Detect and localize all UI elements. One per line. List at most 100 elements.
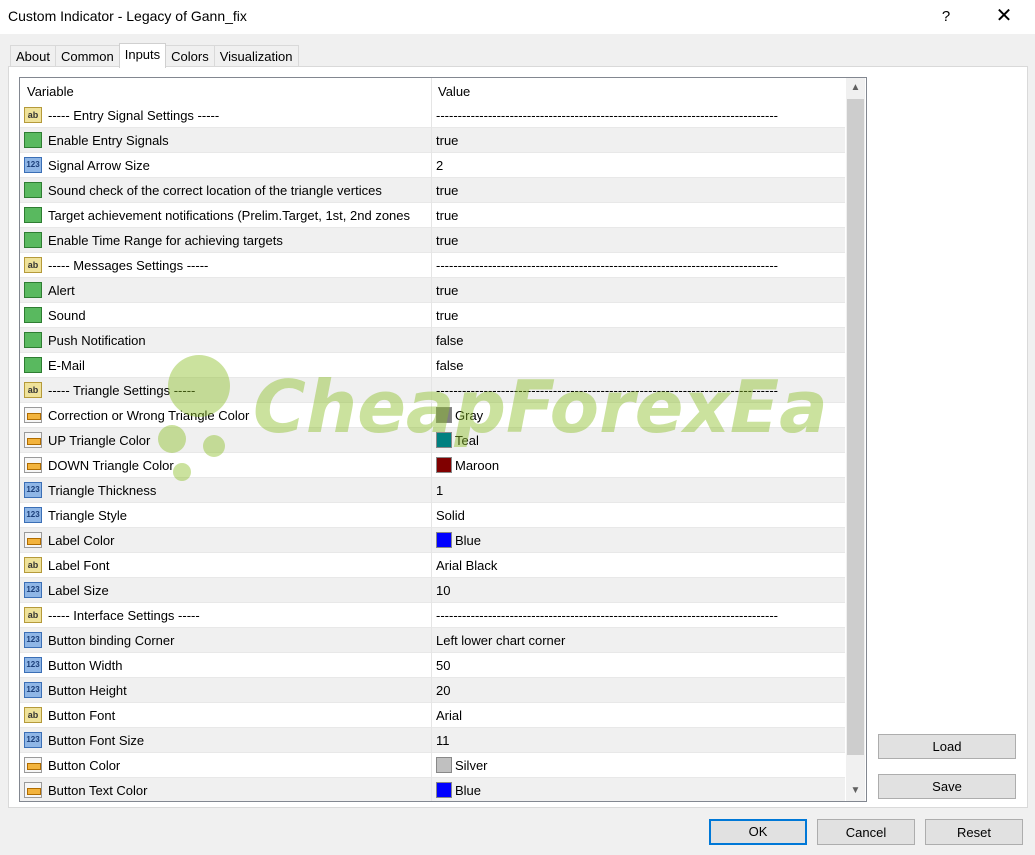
table-row[interactable]: Enable Entry Signals true bbox=[20, 128, 845, 153]
row-value[interactable]: true bbox=[436, 183, 458, 198]
table-row[interactable]: 123 Label Size 10 bbox=[20, 578, 845, 603]
header-variable[interactable]: Variable bbox=[27, 84, 74, 99]
row-value[interactable]: Arial Black bbox=[436, 558, 497, 573]
column-divider bbox=[431, 478, 432, 503]
row-variable-name: UP Triangle Color bbox=[48, 433, 151, 448]
table-row[interactable]: ab Button Font Arial bbox=[20, 703, 845, 728]
tab-colors[interactable]: Colors bbox=[165, 45, 215, 68]
table-row[interactable]: Button Color Silver bbox=[20, 753, 845, 778]
row-value[interactable]: false bbox=[436, 333, 463, 348]
color-type-icon bbox=[24, 757, 42, 773]
row-value[interactable]: true bbox=[436, 133, 458, 148]
table-row[interactable]: 123 Button Font Size 11 bbox=[20, 728, 845, 753]
reset-button[interactable]: Reset bbox=[925, 819, 1023, 845]
row-value[interactable]: 10 bbox=[436, 583, 450, 598]
table-row[interactable]: 123 Signal Arrow Size 2 bbox=[20, 153, 845, 178]
row-variable-name: Push Notification bbox=[48, 333, 146, 348]
row-value[interactable]: 1 bbox=[436, 483, 443, 498]
tab-visualization[interactable]: Visualization bbox=[213, 45, 299, 68]
scroll-up-icon[interactable]: ▲ bbox=[846, 78, 865, 97]
column-divider bbox=[431, 453, 432, 478]
ok-button[interactable]: OK bbox=[709, 819, 807, 845]
table-row[interactable]: Label Color Blue bbox=[20, 528, 845, 553]
row-value[interactable]: Solid bbox=[436, 508, 465, 523]
column-divider bbox=[431, 728, 432, 753]
help-button[interactable]: ? bbox=[928, 0, 964, 34]
table-row[interactable]: Sound true bbox=[20, 303, 845, 328]
row-value[interactable]: ----------------------------------------… bbox=[436, 258, 778, 273]
row-value[interactable]: true bbox=[436, 308, 458, 323]
table-row[interactable]: ab ----- Entry Signal Settings ----- -----… bbox=[20, 103, 845, 128]
row-value[interactable]: 2 bbox=[436, 158, 443, 173]
table-row[interactable]: Button Text Color Blue bbox=[20, 778, 845, 801]
column-divider bbox=[431, 553, 432, 578]
table-row[interactable]: Correction or Wrong Triangle Color Gray bbox=[20, 403, 845, 428]
table-row[interactable]: 123 Button Width 50 bbox=[20, 653, 845, 678]
row-value[interactable]: true bbox=[436, 283, 458, 298]
row-value[interactable]: ----------------------------------------… bbox=[436, 608, 778, 623]
table-row[interactable]: ab ----- Interface Settings ----- --------… bbox=[20, 603, 845, 628]
row-value[interactable]: ----------------------------------------… bbox=[436, 383, 778, 398]
tab-inputs[interactable]: Inputs bbox=[118, 43, 167, 68]
tab-about[interactable]: About bbox=[10, 45, 56, 68]
column-divider bbox=[431, 378, 432, 403]
header-value[interactable]: Value bbox=[438, 84, 470, 99]
save-button[interactable]: Save bbox=[878, 774, 1016, 799]
table-row[interactable]: ab ----- Messages Settings ----- ---------… bbox=[20, 253, 845, 278]
table-row[interactable]: E-Mail false bbox=[20, 353, 845, 378]
table-row[interactable]: Enable Time Range for achieving targets t… bbox=[20, 228, 845, 253]
table-row[interactable]: ab ----- Triangle Settings ----- ---------… bbox=[20, 378, 845, 403]
row-value[interactable]: 50 bbox=[436, 658, 450, 673]
row-value[interactable]: Blue bbox=[455, 533, 481, 548]
table-row[interactable]: 123 Button binding Corner Left lower chart… bbox=[20, 628, 845, 653]
table-row[interactable]: UP Triangle Color Teal bbox=[20, 428, 845, 453]
table-row[interactable]: Alert true bbox=[20, 278, 845, 303]
table-row[interactable]: Target achievement notifications (Prelim… bbox=[20, 203, 845, 228]
table-row[interactable]: DOWN Triangle Color Maroon bbox=[20, 453, 845, 478]
row-value[interactable]: Silver bbox=[455, 758, 488, 773]
load-button[interactable]: Load bbox=[878, 734, 1016, 759]
color-swatch bbox=[436, 757, 452, 773]
row-variable-name: Target achievement notifications (Prelim… bbox=[48, 208, 411, 223]
row-value[interactable]: true bbox=[436, 233, 458, 248]
row-value[interactable]: ----------------------------------------… bbox=[436, 108, 778, 123]
scroll-down-icon[interactable]: ▼ bbox=[846, 781, 865, 800]
row-variable-name: Button Width bbox=[48, 658, 123, 673]
table-row[interactable]: 123 Triangle Thickness 1 bbox=[20, 478, 845, 503]
row-variable-name: Sound bbox=[48, 308, 86, 323]
number-type-icon: 123 bbox=[24, 732, 42, 748]
row-value[interactable]: true bbox=[436, 208, 458, 223]
color-swatch bbox=[436, 457, 452, 473]
boolean-type-icon bbox=[24, 282, 42, 298]
string-type-icon: ab bbox=[24, 607, 42, 623]
row-value[interactable]: Gray bbox=[455, 408, 483, 423]
table-row[interactable]: Sound check of the correct location of t… bbox=[20, 178, 845, 203]
row-value[interactable]: false bbox=[436, 358, 463, 373]
boolean-type-icon bbox=[24, 332, 42, 348]
row-value[interactable]: Maroon bbox=[455, 458, 499, 473]
row-value[interactable]: Blue bbox=[455, 783, 481, 798]
number-type-icon: 123 bbox=[24, 582, 42, 598]
color-type-icon bbox=[24, 407, 42, 423]
row-value[interactable]: Left lower chart corner bbox=[436, 633, 565, 648]
column-divider bbox=[431, 778, 432, 801]
grid-header: Variable Value bbox=[20, 78, 845, 103]
scroll-thumb[interactable] bbox=[847, 99, 864, 755]
column-divider bbox=[431, 603, 432, 628]
row-value[interactable]: Arial bbox=[436, 708, 462, 723]
column-divider bbox=[431, 303, 432, 328]
column-divider bbox=[431, 578, 432, 603]
cancel-button[interactable]: Cancel bbox=[817, 819, 915, 845]
tab-common[interactable]: Common bbox=[54, 45, 120, 68]
table-row[interactable]: ab Label Font Arial Black bbox=[20, 553, 845, 578]
row-value[interactable]: 11 bbox=[436, 733, 450, 748]
row-value[interactable]: Teal bbox=[455, 433, 479, 448]
table-row[interactable]: Push Notification false bbox=[20, 328, 845, 353]
row-value[interactable]: 20 bbox=[436, 683, 450, 698]
close-button[interactable]: ✕ bbox=[986, 0, 1022, 34]
vertical-scrollbar[interactable]: ▲ ▼ bbox=[846, 78, 865, 801]
table-row[interactable]: 123 Triangle Style Solid bbox=[20, 503, 845, 528]
boolean-type-icon bbox=[24, 307, 42, 323]
column-divider bbox=[431, 278, 432, 303]
table-row[interactable]: 123 Button Height 20 bbox=[20, 678, 845, 703]
